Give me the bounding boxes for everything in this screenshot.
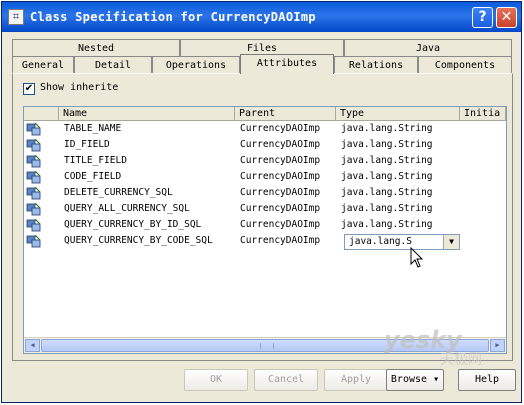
help-button[interactable]: Help xyxy=(458,369,516,391)
chevron-down-icon: ▾ xyxy=(433,374,440,385)
window-title: Class Specification for CurrencyDAOImp xyxy=(30,10,316,24)
title-bar[interactable]: ⌗ Class Specification for CurrencyDAOImp… xyxy=(2,2,521,32)
name-column-header[interactable]: Name xyxy=(59,107,235,121)
tab-attributes[interactable]: Attributes xyxy=(240,54,334,74)
attribute-type: java.lang.String xyxy=(341,123,433,134)
attribute-type: java.lang.String xyxy=(341,187,433,198)
question-mark-icon: ? xyxy=(478,9,487,25)
table-row[interactable]: QUERY_ALL_CURRENCY_SQL CurrencyDAOImp java… xyxy=(24,201,506,217)
attribute-icon xyxy=(26,234,41,248)
attribute-name: TITLE_FIELD xyxy=(64,155,127,166)
attribute-icon xyxy=(26,170,41,184)
tab-relations[interactable]: Relations xyxy=(334,56,418,74)
attribute-icon xyxy=(26,218,41,232)
table-row[interactable]: ID_FIELD CurrencyDAOImp java.lang.String xyxy=(24,137,506,153)
attribute-type: java.lang.String xyxy=(341,139,433,150)
attribute-name: TABLE_NAME xyxy=(64,123,122,134)
attribute-parent: CurrencyDAOImp xyxy=(240,203,321,214)
attribute-parent: CurrencyDAOImp xyxy=(240,139,321,150)
initial-column-header[interactable]: Initia xyxy=(460,107,506,121)
cancel-button[interactable]: Cancel xyxy=(254,369,318,391)
apply-button[interactable]: Apply xyxy=(324,369,388,391)
attribute-name: ID_FIELD xyxy=(64,139,110,150)
show-inherited-checkbox[interactable]: ✔ xyxy=(23,83,35,95)
tab-general[interactable]: General xyxy=(12,56,74,74)
table-row[interactable]: TITLE_FIELD CurrencyDAOImp java.lang.Strin… xyxy=(24,153,506,169)
attribute-name: QUERY_ALL_CURRENCY_SQL xyxy=(64,203,190,214)
type-column-header[interactable]: Type xyxy=(336,107,460,121)
attributes-grid[interactable]: Name Parent Type Initia TABLE_NAME Curren… xyxy=(23,106,507,354)
attribute-name: QUERY_CURRENCY_BY_CODE_SQL xyxy=(64,235,213,246)
attribute-name: QUERY_CURRENCY_BY_ID_SQL xyxy=(64,219,202,230)
attributes-panel: ✔ Show inherite Name Parent Type Initia … xyxy=(12,73,513,361)
svg-text:天极网: 天极网 xyxy=(440,352,482,366)
chevron-down-icon[interactable]: ▼ xyxy=(443,235,459,249)
attribute-parent: CurrencyDAOImp xyxy=(240,123,321,134)
attribute-icon xyxy=(26,138,41,152)
attribute-icon xyxy=(26,154,41,168)
type-combobox-value: java.lang.S xyxy=(349,236,412,247)
attribute-type: java.lang.String xyxy=(341,155,433,166)
attribute-type: java.lang.String xyxy=(341,219,433,230)
attribute-parent: CurrencyDAOImp xyxy=(240,155,321,166)
mouse-pointer-icon xyxy=(410,247,424,268)
tab-nested[interactable]: Nested xyxy=(12,39,180,57)
attribute-parent: CurrencyDAOImp xyxy=(240,171,321,182)
tab-operations[interactable]: Operations xyxy=(152,56,240,74)
help-title-button[interactable]: ? xyxy=(472,7,493,28)
attribute-parent: CurrencyDAOImp xyxy=(240,187,321,198)
attribute-type: java.lang.String xyxy=(341,203,433,214)
attribute-type: java.lang.String xyxy=(341,171,433,182)
ok-button[interactable]: OK xyxy=(184,369,248,391)
icon-column-header xyxy=(24,107,59,121)
attribute-icon xyxy=(26,122,41,136)
attribute-icon xyxy=(26,186,41,200)
attribute-name: CODE_FIELD xyxy=(64,171,122,182)
svg-text:yesky: yesky xyxy=(384,326,463,354)
table-row[interactable]: QUERY_CURRENCY_BY_CODE_SQL CurrencyDAOImp… xyxy=(24,233,506,250)
attribute-parent: CurrencyDAOImp xyxy=(240,219,321,230)
attribute-icon xyxy=(26,202,41,216)
table-row[interactable]: CODE_FIELD CurrencyDAOImp java.lang.String xyxy=(24,169,506,185)
type-combobox[interactable]: java.lang.S ▼ xyxy=(344,234,460,250)
tab-detail[interactable]: Detail xyxy=(74,56,152,74)
tab-components[interactable]: Components xyxy=(418,56,512,74)
tab-java[interactable]: Java xyxy=(344,39,512,57)
browse-label: Browse xyxy=(390,374,428,385)
table-row[interactable]: DELETE_CURRENCY_SQL CurrencyDAOImp java.la… xyxy=(24,185,506,201)
table-row[interactable]: QUERY_CURRENCY_BY_ID_SQL CurrencyDAOImp ja… xyxy=(24,217,506,233)
parent-column-header[interactable]: Parent xyxy=(235,107,336,121)
close-title-button[interactable]: ✕ xyxy=(496,7,517,28)
class-spec-icon: ⌗ xyxy=(8,9,24,25)
yesky-watermark: yesky 天极网 xyxy=(384,326,482,366)
attribute-name: DELETE_CURRENCY_SQL xyxy=(64,187,173,198)
table-row[interactable]: TABLE_NAME CurrencyDAOImp java.lang.String xyxy=(24,121,506,137)
scroll-left-arrow-icon[interactable]: ◀ xyxy=(25,339,40,352)
attribute-parent: CurrencyDAOImp xyxy=(240,235,321,246)
close-x-icon: ✕ xyxy=(500,9,513,25)
browse-button[interactable]: Browse ▾ xyxy=(386,369,444,391)
checkmark-icon: ✔ xyxy=(24,83,34,94)
show-inherited-label[interactable]: Show inherite xyxy=(40,82,118,93)
